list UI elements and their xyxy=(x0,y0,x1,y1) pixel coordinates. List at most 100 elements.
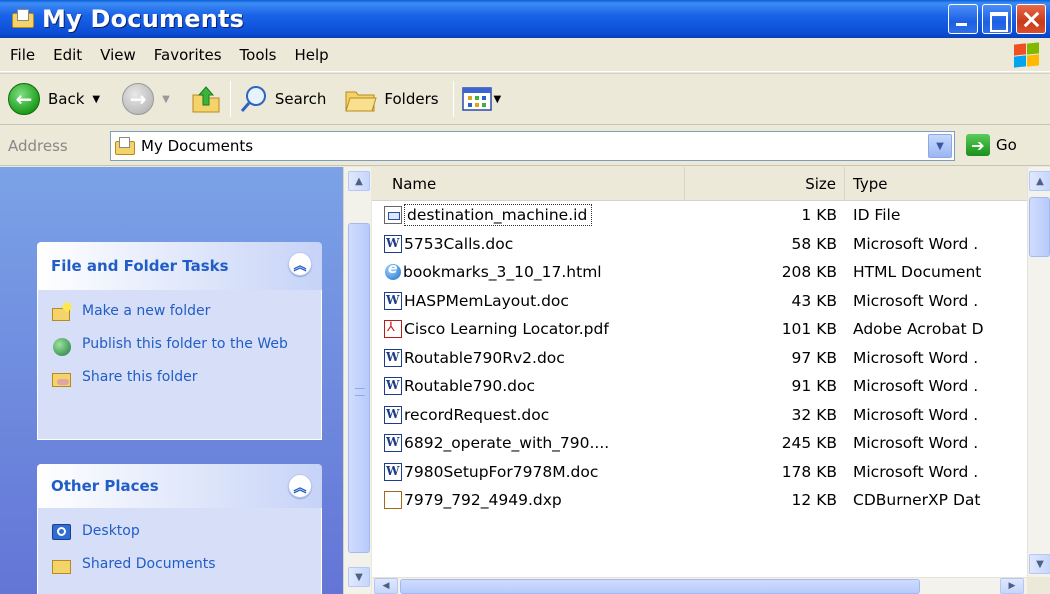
address-value: My Documents xyxy=(141,137,254,155)
scroll-down-icon[interactable]: ▼ xyxy=(1029,554,1050,574)
file-name-cell: 5753Calls.doc xyxy=(372,234,685,253)
scroll-left-icon[interactable]: ◀ xyxy=(374,578,398,594)
word-file-icon xyxy=(384,234,402,253)
views-dropdown-icon[interactable]: ▼ xyxy=(494,94,502,105)
file-size: 178 KB xyxy=(781,462,837,481)
file-row[interactable]: 5753Calls.doc 58 KB Microsoft Word . xyxy=(372,230,1027,259)
toolbar-separator xyxy=(229,81,231,117)
back-dropdown-icon[interactable]: ▼ xyxy=(92,94,100,105)
scroll-thumb[interactable] xyxy=(400,579,920,594)
file-size: 97 KB xyxy=(791,348,837,367)
place-desktop[interactable]: Desktop xyxy=(52,522,309,543)
word-file-icon xyxy=(384,377,402,396)
scroll-down-icon[interactable]: ▼ xyxy=(348,567,370,587)
file-type: Microsoft Word . xyxy=(853,234,979,253)
file-name-cell: recordRequest.doc xyxy=(372,405,685,424)
panel-header[interactable]: File and Folder Tasks ︽ xyxy=(37,242,322,290)
shared-documents-icon xyxy=(52,556,72,576)
task-make-new-folder[interactable]: Make a new folder xyxy=(52,301,309,323)
file-size: 208 KB xyxy=(781,263,837,282)
file-list-horizontal-scrollbar[interactable]: ◀ ▶ xyxy=(372,577,1027,594)
go-button[interactable]: ➔ Go xyxy=(966,134,1017,156)
back-label: Back xyxy=(48,90,85,108)
size-grip[interactable] xyxy=(1027,577,1050,594)
collapse-chevron-icon[interactable]: ︽ xyxy=(288,474,312,498)
file-row[interactable]: destination_machine.id 1 KB ID File xyxy=(372,201,1027,230)
views-icon xyxy=(461,87,492,111)
file-type: Microsoft Word . xyxy=(853,434,979,453)
file-name-cell: bookmarks_3_10_17.html xyxy=(372,263,685,281)
file-size: 43 KB xyxy=(791,291,837,310)
scroll-up-icon[interactable]: ▲ xyxy=(348,171,370,191)
column-name[interactable]: Name xyxy=(372,167,685,201)
file-size: 12 KB xyxy=(791,491,837,510)
address-bar: Address My Documents ▼ ➔ Go xyxy=(0,126,1050,166)
minimize-button[interactable] xyxy=(948,4,978,34)
close-button[interactable] xyxy=(1016,4,1046,34)
forward-dropdown-icon[interactable]: ▼ xyxy=(162,94,170,105)
forward-button[interactable]: → ▼ xyxy=(122,83,170,115)
file-size: 58 KB xyxy=(791,234,837,253)
column-type[interactable]: Type xyxy=(845,167,1027,201)
word-file-icon xyxy=(384,462,402,481)
file-name: Routable790.doc xyxy=(404,377,535,396)
file-row[interactable]: 7980SetupFor7978M.doc 178 KB Microsoft Wor… xyxy=(372,458,1027,487)
column-size[interactable]: Size xyxy=(685,167,845,201)
search-button[interactable]: Search xyxy=(239,84,327,114)
file-row[interactable]: bookmarks_3_10_17.html 208 KB HTML Documen… xyxy=(372,258,1027,287)
place-shared-documents[interactable]: Shared Documents xyxy=(52,555,309,576)
file-row[interactable]: Routable790.doc 91 KB Microsoft Word . xyxy=(372,372,1027,401)
file-row[interactable]: 7979_792_4949.dxp 12 KB CDBurnerXP Dat xyxy=(372,486,1027,515)
file-list-vertical-scrollbar[interactable]: ▲ ▼ xyxy=(1027,167,1050,577)
menu-edit[interactable]: Edit xyxy=(44,46,91,64)
file-name-cell: 7980SetupFor7978M.doc xyxy=(372,462,685,481)
file-row[interactable]: Routable790Rv2.doc 97 KB Microsoft Word . xyxy=(372,344,1027,373)
back-button[interactable]: ← Back ▼ xyxy=(8,83,100,115)
file-name: destination_machine.id xyxy=(404,204,593,227)
address-label: Address xyxy=(8,136,68,155)
menu-help[interactable]: Help xyxy=(286,46,338,64)
menu-file[interactable]: File xyxy=(0,46,44,64)
word-file-icon xyxy=(384,291,402,310)
up-folder-button[interactable] xyxy=(190,83,222,115)
maximize-button[interactable] xyxy=(982,4,1012,34)
word-file-icon xyxy=(384,405,402,424)
file-type: HTML Document xyxy=(853,263,982,282)
file-name-cell: HASPMemLayout.doc xyxy=(372,291,685,310)
file-size: 1 KB xyxy=(801,206,837,225)
task-pane-scrollbar[interactable]: ▲ ▼ xyxy=(343,167,371,594)
task-share-folder[interactable]: Share this folder xyxy=(52,368,309,389)
search-icon xyxy=(240,86,266,112)
go-label: Go xyxy=(996,136,1017,154)
scroll-thumb[interactable] xyxy=(1029,197,1050,257)
menu-bar: File Edit View Favorites Tools Help xyxy=(0,38,1050,72)
back-arrow-icon: ← xyxy=(8,83,40,115)
menu-view[interactable]: View xyxy=(91,46,145,64)
folders-button[interactable]: Folders xyxy=(344,84,439,114)
panel-header[interactable]: Other Places ︽ xyxy=(37,464,322,508)
scroll-up-icon[interactable]: ▲ xyxy=(1029,171,1050,191)
share-folder-icon xyxy=(52,369,72,389)
menu-favorites[interactable]: Favorites xyxy=(145,46,231,64)
file-row[interactable]: 6892_operate_with_790.... 245 KB Microsoft… xyxy=(372,429,1027,458)
address-field[interactable]: My Documents ▼ xyxy=(110,131,955,161)
word-file-icon xyxy=(384,434,402,453)
address-dropdown-icon[interactable]: ▼ xyxy=(928,134,952,158)
file-name-cell: Routable790Rv2.doc xyxy=(372,348,685,367)
scroll-right-icon[interactable]: ▶ xyxy=(1000,578,1024,594)
title-bar[interactable]: My Documents xyxy=(0,0,1050,38)
file-rows: destination_machine.id 1 KB ID File 5753Cal… xyxy=(372,201,1027,515)
task-publish-web[interactable]: Publish this folder to the Web xyxy=(52,335,309,356)
file-row[interactable]: Cisco Learning Locator.pdf 101 KB Adobe Ac… xyxy=(372,315,1027,344)
file-row[interactable]: HASPMemLayout.doc 43 KB Microsoft Word . xyxy=(372,287,1027,316)
views-button[interactable]: ▼ xyxy=(461,86,502,112)
menu-tools[interactable]: Tools xyxy=(231,46,286,64)
file-list: Name Size Type destination_machine.id 1 K… xyxy=(372,167,1027,594)
collapse-chevron-icon[interactable]: ︽ xyxy=(288,252,312,276)
scroll-thumb[interactable] xyxy=(348,223,370,553)
file-row[interactable]: recordRequest.doc 32 KB Microsoft Word . xyxy=(372,401,1027,430)
file-type: Microsoft Word . xyxy=(853,291,979,310)
publish-web-icon xyxy=(52,336,72,356)
search-label: Search xyxy=(274,90,327,108)
file-size: 91 KB xyxy=(791,377,837,396)
